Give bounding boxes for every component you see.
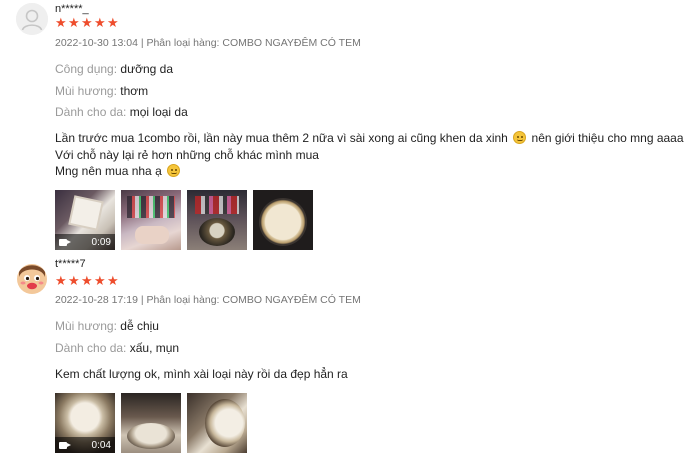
attribute-key: Mùi hương: (55, 319, 117, 333)
attribute-value: xấu, mụn (129, 341, 180, 355)
star-icon: ★ (107, 15, 119, 30)
star-icon: ★ (81, 273, 93, 288)
default-user-icon[interactable] (16, 3, 48, 35)
comment-line: Lần trước mua 1combo rồi, lần này mua th… (55, 131, 684, 145)
video-camera-icon (59, 238, 71, 247)
reviewer-username[interactable]: t*****7 (55, 258, 86, 270)
review-comment: Lần trước mua 1combo rồi, lần này mua th… (55, 130, 684, 180)
video-overlay: 0:04 (55, 437, 115, 453)
image-thumbnail[interactable] (187, 393, 247, 453)
comment-line: Với chỗ này lại rẻ hơn những chỗ khác mì… (55, 147, 319, 162)
review-media-list: 0:04 (55, 393, 247, 453)
image-thumbnail[interactable] (121, 393, 181, 453)
rating-stars: ★ ★ ★ ★ ★ (55, 273, 119, 288)
attribute-key: Dành cho da: (55, 341, 127, 355)
attribute-value: dưỡng da (120, 62, 174, 76)
video-duration: 0:09 (91, 236, 111, 248)
attribute-value: thơm (120, 84, 149, 98)
video-duration: 0:04 (91, 439, 111, 451)
attribute-row: Công dụng: dưỡng da (55, 62, 173, 76)
smile-emoji (513, 131, 527, 144)
star-icon: ★ (55, 273, 67, 288)
comment-line: Kem chất lượng ok, mình xài loại này rồi… (55, 367, 348, 381)
review-meta: 2022-10-28 17:19 | Phân loại hàng: COMBO… (55, 294, 361, 306)
reviewer-username[interactable]: n*****_ (55, 3, 89, 15)
star-icon: ★ (68, 273, 80, 288)
rating-stars: ★ ★ ★ ★ ★ (55, 15, 119, 30)
attribute-row: Mùi hương: thơm (55, 84, 148, 98)
review-meta: 2022-10-30 13:04 | Phân loại hàng: COMBO… (55, 37, 361, 49)
variation-label: Phân loại hàng: (146, 37, 220, 49)
variation-value: COMBO NGAYĐÊM CÓ TEM (222, 294, 361, 306)
attribute-key: Công dụng: (55, 62, 118, 76)
cartoon-face-icon[interactable] (16, 263, 48, 295)
video-thumbnail[interactable]: 0:09 (55, 190, 115, 250)
variation-label: Phân loại hàng: (146, 294, 220, 306)
attribute-row: Dành cho da: mọi loại da (55, 105, 188, 119)
video-camera-icon (59, 441, 71, 450)
star-icon: ★ (55, 15, 67, 30)
comment-line: Mng nên mua nha ạ (55, 163, 684, 180)
image-thumbnail[interactable] (121, 190, 181, 250)
star-icon: ★ (94, 273, 106, 288)
review-date: 2022-10-30 13:04 (55, 37, 138, 49)
attribute-key: Dành cho da: (55, 105, 127, 119)
star-icon: ★ (94, 15, 106, 30)
attribute-row: Mùi hương: dễ chịu (55, 319, 159, 333)
star-icon: ★ (107, 273, 119, 288)
star-icon: ★ (81, 15, 93, 30)
video-thumbnail[interactable]: 0:04 (55, 393, 115, 453)
video-overlay: 0:09 (55, 234, 115, 250)
review-date: 2022-10-28 17:19 (55, 294, 138, 306)
review-comment: Kem chất lượng ok, mình xài loại này rồi… (55, 366, 348, 383)
variation-value: COMBO NGAYĐÊM CÓ TEM (222, 37, 361, 49)
review-media-list: 0:09 (55, 190, 313, 250)
star-icon: ★ (68, 15, 80, 30)
attribute-row: Dành cho da: xấu, mụn (55, 341, 179, 355)
attribute-value: dễ chịu (120, 319, 159, 333)
image-thumbnail[interactable] (187, 190, 247, 250)
attribute-key: Mùi hương: (55, 84, 117, 98)
smile-emoji (167, 164, 181, 177)
image-thumbnail[interactable] (253, 190, 313, 250)
attribute-value: mọi loại da (129, 105, 188, 119)
